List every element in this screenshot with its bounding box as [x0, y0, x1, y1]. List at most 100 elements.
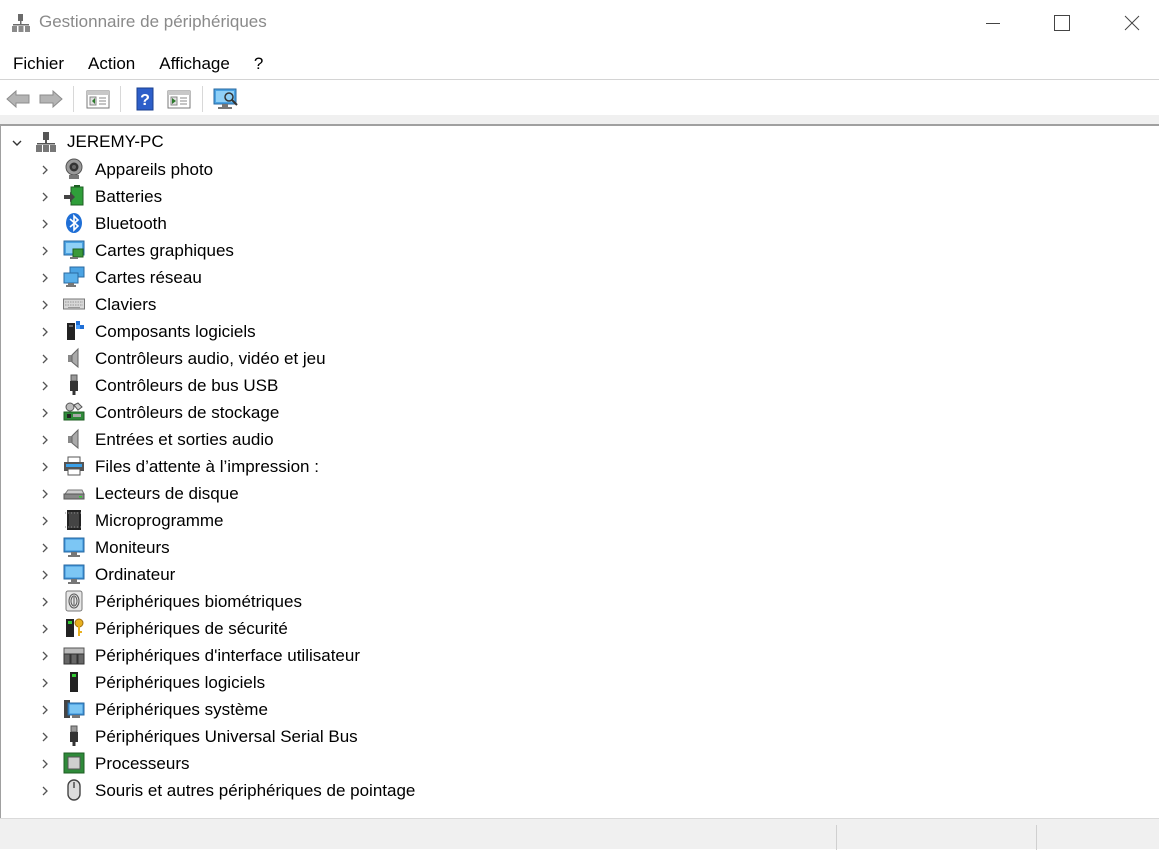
tree-item-peripheriques-biometriques[interactable]: Périphériques biométriques [1, 588, 601, 615]
chevron-right-icon[interactable] [39, 623, 51, 635]
scan-hardware-button[interactable] [212, 85, 240, 113]
maximize-icon [1054, 15, 1070, 31]
device-tree[interactable]: JEREMY-PC Appareils photo Batteries Blue… [0, 126, 1159, 818]
mouse-icon [67, 779, 81, 801]
tree-item-controleurs-usb[interactable]: Contrôleurs de bus USB [1, 372, 601, 399]
monitor-icon [63, 537, 85, 557]
toolbar-separator [202, 86, 203, 112]
run-button[interactable] [165, 85, 193, 113]
tree-item-peripheriques-usb[interactable]: Périphériques Universal Serial Bus [1, 723, 601, 750]
forward-button[interactable] [37, 85, 65, 113]
properties-button[interactable] [84, 85, 112, 113]
tree-item-composants-logiciels[interactable]: Composants logiciels [1, 318, 601, 345]
close-button[interactable] [1097, 0, 1159, 46]
chevron-right-icon[interactable] [39, 461, 51, 473]
chevron-right-icon[interactable] [39, 488, 51, 500]
toolbar-bottom-band [0, 115, 1159, 124]
device-manager-icon [12, 14, 30, 32]
tree-item-bluetooth[interactable]: Bluetooth [1, 210, 601, 237]
chevron-right-icon[interactable] [39, 380, 51, 392]
tree-item-label: Bluetooth [95, 214, 167, 233]
display-adapter-icon [63, 240, 85, 259]
tree-item-controleurs-stockage[interactable]: Contrôleurs de stockage [1, 399, 601, 426]
chevron-right-icon[interactable] [39, 191, 51, 203]
tree-item-microprogramme[interactable]: Microprogramme [1, 507, 601, 534]
maximize-button[interactable] [1027, 0, 1097, 46]
tree-item-peripheriques-securite[interactable]: Périphériques de sécurité [1, 615, 601, 642]
tree-item-peripheriques-logiciels[interactable]: Périphériques logiciels [1, 669, 601, 696]
tree-item-label: Processeurs [95, 754, 190, 773]
computer-tower-icon [36, 132, 56, 152]
chevron-right-icon[interactable] [39, 704, 51, 716]
usb-icon [70, 374, 78, 395]
chevron-right-icon[interactable] [39, 785, 51, 797]
tree-item-moniteurs[interactable]: Moniteurs [1, 534, 601, 561]
tree-item-appareils-photo[interactable]: Appareils photo [1, 156, 601, 183]
tree-item-batteries[interactable]: Batteries [1, 183, 601, 210]
back-arrow-icon [6, 89, 30, 109]
chevron-right-icon[interactable] [39, 731, 51, 743]
chevron-right-icon[interactable] [39, 326, 51, 338]
menu-help[interactable]: ? [242, 50, 275, 78]
tree-item-label: Périphériques système [95, 700, 268, 719]
computer-icon [63, 564, 85, 584]
bluetooth-icon [66, 213, 82, 233]
chevron-right-icon[interactable] [39, 407, 51, 419]
keyboard-icon [63, 298, 85, 310]
tree-item-lecteurs-disque[interactable]: Lecteurs de disque [1, 480, 601, 507]
back-button[interactable] [4, 85, 32, 113]
tree-item-claviers[interactable]: Claviers [1, 291, 601, 318]
chevron-right-icon[interactable] [39, 677, 51, 689]
firmware-chip-icon [65, 510, 83, 530]
disk-drive-icon [63, 489, 85, 500]
tree-item-label: Cartes réseau [95, 268, 202, 287]
minimize-button[interactable] [958, 0, 1028, 46]
chevron-right-icon[interactable] [39, 299, 51, 311]
tree-item-souris[interactable]: Souris et autres périphériques de pointa… [1, 777, 601, 804]
tree-item-peripheriques-interface[interactable]: Périphériques d'interface utilisateur [1, 642, 601, 669]
minimize-icon [986, 23, 1000, 24]
tree-item-processeurs[interactable]: Processeurs [1, 750, 601, 777]
menu-action[interactable]: Action [76, 50, 147, 78]
help-button[interactable]: ? [131, 85, 159, 113]
chevron-right-icon[interactable] [39, 758, 51, 770]
chevron-right-icon[interactable] [39, 164, 51, 176]
chevron-right-icon[interactable] [39, 542, 51, 554]
tree-item-label: Périphériques d'interface utilisateur [95, 646, 361, 665]
menu-affichage[interactable]: Affichage [147, 50, 242, 78]
run-icon [167, 90, 191, 109]
tree-item-label: Appareils photo [95, 160, 214, 179]
menu-fichier[interactable]: Fichier [0, 50, 76, 78]
chevron-right-icon[interactable] [39, 650, 51, 662]
chevron-right-icon[interactable] [39, 596, 51, 608]
tree-item-cartes-reseau[interactable]: Cartes réseau [1, 264, 601, 291]
tree-item-cartes-graphiques[interactable]: Cartes graphiques [1, 237, 601, 264]
chevron-right-icon[interactable] [39, 434, 51, 446]
tree-item-entrees-sorties-audio[interactable]: Entrées et sorties audio [1, 426, 601, 453]
tree-item-label: Souris et autres périphériques de pointa… [95, 781, 416, 800]
chevron-right-icon[interactable] [39, 515, 51, 527]
software-component-icon [67, 321, 84, 340]
svg-text:?: ? [140, 92, 150, 109]
chevron-right-icon[interactable] [39, 569, 51, 581]
forward-arrow-icon [39, 89, 63, 109]
security-key-icon [66, 618, 84, 637]
chevron-right-icon[interactable] [39, 245, 51, 257]
tree-item-label: Ordinateur [95, 565, 176, 584]
chevron-right-icon[interactable] [39, 272, 51, 284]
chevron-down-icon[interactable] [11, 137, 23, 149]
tree-item-controleurs-audio[interactable]: Contrôleurs audio, vidéo et jeu [1, 345, 601, 372]
status-separator [836, 825, 837, 850]
tree-root[interactable]: JEREMY-PC [1, 129, 601, 155]
chevron-right-icon[interactable] [39, 353, 51, 365]
tree-item-label: Contrôleurs de bus USB [95, 376, 279, 395]
storage-controller-icon [63, 402, 85, 421]
chevron-right-icon[interactable] [39, 218, 51, 230]
tree-item-ordinateur[interactable]: Ordinateur [1, 561, 601, 588]
help-icon: ? [136, 87, 154, 111]
status-separator [1036, 825, 1037, 850]
camera-icon [65, 158, 83, 179]
tree-item-files-attente-impression[interactable]: Files d’attente à l’impression : [1, 453, 601, 480]
tree-item-label: Claviers [95, 295, 157, 314]
tree-item-peripheriques-systeme[interactable]: Périphériques système [1, 696, 601, 723]
